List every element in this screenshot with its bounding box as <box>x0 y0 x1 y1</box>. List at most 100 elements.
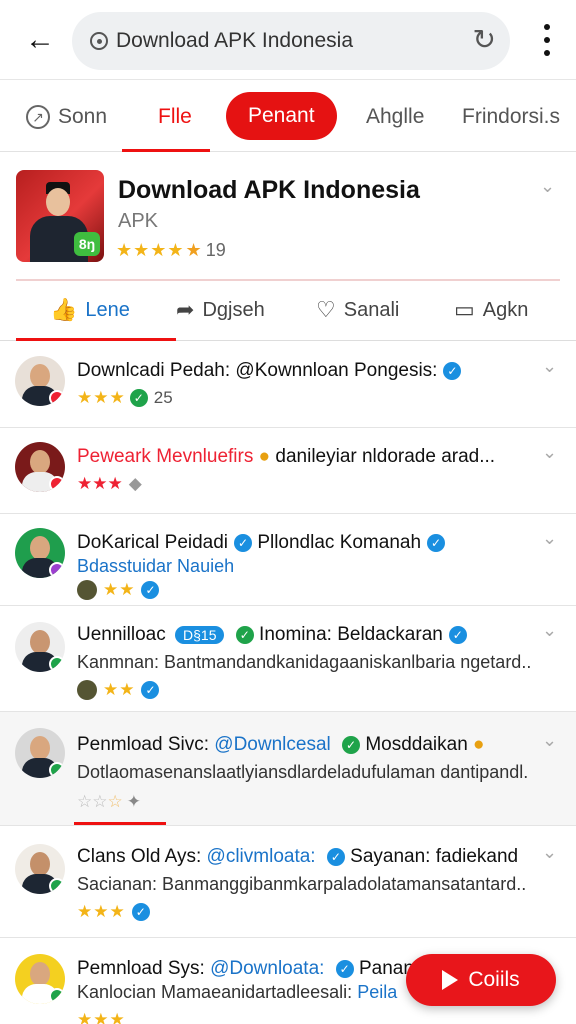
back-arrow-icon[interactable]: ← <box>22 22 58 58</box>
rating-stars: ★★★★ <box>116 240 185 260</box>
fire-emoji-icon: ● <box>258 446 271 467</box>
verified-icon: ✓ <box>131 903 150 921</box>
verified-icon: ✓ <box>448 626 467 644</box>
tab-label: Sonn <box>58 105 108 128</box>
list-item[interactable]: Uennilloac D§15 ✓ Inomina: Beldackaran ✓ … <box>0 606 576 712</box>
post-tag: D§15 <box>175 626 225 644</box>
list-item[interactable]: Downlcadi Pedah: @Kownnloan Pongesis: ✓ ★… <box>0 342 576 428</box>
chevron-down-icon[interactable]: ⌄ <box>542 356 557 377</box>
pin-icon: ✦ <box>126 792 141 811</box>
post-snippet: danileyiar nldorade arad... <box>275 446 496 467</box>
chevron-down-icon[interactable]: ⌄ <box>540 176 555 197</box>
tab-comment[interactable]: ▭ Agkn <box>454 281 528 339</box>
post-handle[interactable]: @Downlcesal <box>214 734 330 755</box>
post-meta: ★★★ ✓ <box>77 902 150 922</box>
tab-flle[interactable]: Flle <box>122 82 210 152</box>
post-stars: ☆☆ <box>77 792 108 811</box>
comment-feed: Downlcadi Pedah: @Kownnloan Pongesis: ✓ ★… <box>0 342 576 1024</box>
post-stars: ★★ <box>103 580 136 599</box>
post-stars: ★★★ <box>77 902 126 921</box>
post-stars: ★★★ <box>77 1010 126 1024</box>
post-text: Peweark Mevnluefirs ● danileyiar nldorad… <box>77 446 495 468</box>
post-text: Penmload Sivc: @Downlcesal ✓ Mosddaikan … <box>77 734 485 756</box>
chevron-down-icon[interactable]: ⌄ <box>542 842 557 863</box>
tab-save[interactable]: ♡ Sanali <box>316 281 399 339</box>
check-icon: ✓ <box>235 626 254 644</box>
post-subtext-main: Kanlocian Mamaeanidartadleesali: <box>77 982 353 1002</box>
chevron-down-icon[interactable]: ⌄ <box>542 528 557 549</box>
verified-icon: ✓ <box>141 681 160 699</box>
mini-avatar <box>77 680 97 700</box>
post-subtext: Sacianan: Banmanggibanmkarpaladolatamans… <box>77 874 527 894</box>
emoji-icon: ● <box>473 734 485 755</box>
list-item[interactable]: Penmload Sivc: @Downlcesal ✓ Mosddaikan … <box>0 712 576 826</box>
tab-like[interactable]: 👍 Lene <box>16 281 176 341</box>
play-icon <box>442 970 459 990</box>
heart-icon: ♡ <box>316 297 336 322</box>
post-handle[interactable]: @Downloata: <box>210 958 324 979</box>
tab-share[interactable]: ➦ Dgjseh <box>176 281 265 339</box>
app-title: Download APK Indonesia <box>118 176 420 204</box>
avatar[interactable] <box>15 356 65 406</box>
verified-icon: ✓ <box>234 534 253 552</box>
post-handle[interactable]: @clivmloata: <box>207 846 316 867</box>
reload-icon[interactable]: ↻ <box>473 25 496 55</box>
post-meta: ☆☆ ☆ ✦ <box>77 792 141 812</box>
post-meta: ★★★ ✓ 25 <box>77 388 173 408</box>
post-meta: ★★ ✓ <box>77 580 160 600</box>
post-subtext: Kanmnan: Bantmandandkanidagaaniskanlbari… <box>77 652 532 672</box>
browser-toolbar: ← Download APK Indonesia ↻ <box>0 0 576 80</box>
avatar[interactable] <box>15 442 65 492</box>
address-bar[interactable]: Download APK Indonesia ↻ <box>72 12 510 70</box>
chevron-down-icon[interactable]: ⌄ <box>542 730 557 751</box>
list-item[interactable]: Clans Old Ays: @clivmloata: ✓ Sayanan: f… <box>0 826 576 938</box>
tab-penant[interactable]: Penant <box>226 92 337 140</box>
list-item[interactable]: DoKarical Peidadi ✓ Pllondlac Komanah ✓ Bd… <box>0 514 576 606</box>
app-subtitle: APK <box>118 210 159 232</box>
post-stars: ★★★ <box>77 474 123 493</box>
tab-label: Flle <box>158 105 192 128</box>
app-rating: ★★★★ ★ 19 <box>116 240 226 261</box>
half-star-icon: ★ <box>185 240 202 260</box>
tab-sonn[interactable]: ↗ Sonn <box>26 82 107 152</box>
post-snippet: Mosddaikan <box>365 734 468 755</box>
thumbs-up-icon: 👍 <box>50 297 78 322</box>
post-title: Clans Old Ays: <box>77 846 202 867</box>
avatar[interactable] <box>15 728 65 778</box>
tab-frindorsis[interactable]: Frindorsi.s <box>462 82 560 152</box>
post-meta: ★★★ <box>77 1010 126 1024</box>
check-icon: ✓ <box>129 389 148 407</box>
app-icon[interactable]: 8ŋ <box>16 170 104 262</box>
verified-icon: ✓ <box>326 848 345 866</box>
post-text: DoKarical Peidadi ✓ Pllondlac Komanah ✓ <box>77 532 446 554</box>
post-text: Clans Old Ays: @clivmloata: ✓ Sayanan: f… <box>77 846 518 868</box>
verified-icon: ✓ <box>141 581 160 599</box>
post-stars: ★★ <box>103 680 136 699</box>
tab-label: Penant <box>248 104 315 127</box>
share-arrow-icon: ➦ <box>176 297 195 322</box>
verified-icon: ✓ <box>427 534 446 552</box>
tab-ahglle[interactable]: Ahglle <box>366 82 424 152</box>
tab-label: Agkn <box>482 298 529 321</box>
avatar[interactable] <box>15 954 65 1004</box>
list-item[interactable]: Peweark Mevnluefirs ● danileyiar nldorad… <box>0 428 576 514</box>
post-stars: ★★★ <box>77 388 126 407</box>
category-tabs: ↗ Sonn Flle Penant Ahglle Frindorsi.s <box>0 82 576 152</box>
tab-label: Ahglle <box>366 105 425 128</box>
chevron-down-icon[interactable]: ⌄ <box>542 620 557 641</box>
post-subtext-link[interactable]: Peila <box>357 982 397 1002</box>
action-tabs: 👍 Lene ➦ Dgjseh ♡ Sanali ▭ Agkn <box>0 281 576 341</box>
post-text: Uennilloac D§15 ✓ Inomina: Beldackaran ✓ <box>77 624 467 646</box>
avatar[interactable] <box>15 622 65 672</box>
comment-icon: ▭ <box>454 297 475 322</box>
post-snippet: Sayanan: fadiekand <box>350 846 519 867</box>
avatar[interactable] <box>15 844 65 894</box>
chevron-down-icon[interactable]: ⌄ <box>542 442 557 463</box>
overflow-menu-icon[interactable] <box>542 24 552 56</box>
post-snippet: Inomina: Beldackaran <box>259 624 443 645</box>
avatar[interactable] <box>15 528 65 578</box>
site-info-icon[interactable] <box>90 32 108 50</box>
floating-action-button[interactable]: Coiils <box>406 954 556 1006</box>
post-text: Pemnload Sys: @Downloata: ✓ Panann <box>77 958 425 980</box>
post-title: Penmload Sivc: <box>77 734 210 755</box>
